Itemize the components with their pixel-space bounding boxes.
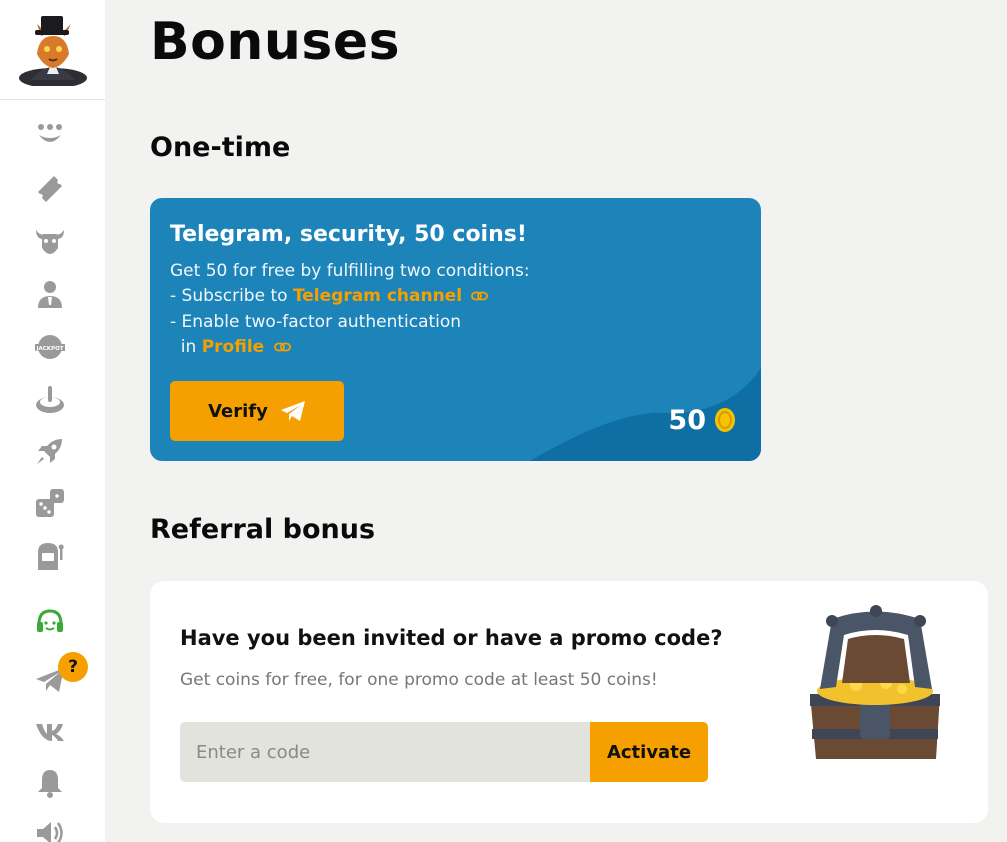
jackpot-icon: JACKPOT (35, 335, 65, 359)
nav-wheel[interactable] (32, 381, 68, 417)
card-line-2fa: - Enable two-factor authentication (170, 312, 462, 332)
fox-in-top-hat-logo[interactable] (17, 14, 89, 86)
speaker-icon (37, 822, 63, 842)
card-title: Telegram, security, 50 coins! (170, 222, 527, 247)
promo-code-input[interactable] (180, 722, 591, 782)
nav-dice[interactable] (32, 485, 68, 521)
card-line-profile: in Profile (170, 337, 291, 357)
vk-icon (36, 724, 64, 741)
nav-profile[interactable] (32, 276, 68, 312)
card-line-subscribe: - Subscribe to Telegram channel (170, 286, 489, 306)
nav-vk[interactable] (32, 713, 68, 749)
referral-bonus-card: Have you been invited or have a promo co… (150, 581, 988, 823)
help-badge[interactable]: ? (58, 652, 88, 682)
nav-rocket[interactable] (32, 433, 68, 469)
smile-icon (38, 124, 62, 142)
telegram-channel-link[interactable]: Telegram channel (293, 286, 462, 306)
nav-bull[interactable] (32, 222, 68, 258)
dice-icon (36, 489, 64, 517)
rocket-icon (37, 439, 62, 464)
nav-tickets[interactable] (32, 170, 68, 206)
ticket-icon (38, 176, 62, 202)
nav-notifications[interactable] (32, 765, 68, 801)
nav-slots[interactable] (32, 538, 68, 574)
nav-jackpot[interactable]: JACKPOT (32, 329, 68, 365)
user-icon (38, 281, 62, 308)
link-chain-icon (471, 291, 489, 301)
svg-text:JACKPOT: JACKPOT (35, 346, 63, 352)
nav-sound[interactable] (32, 815, 68, 842)
coin-icon (715, 408, 735, 432)
subscribe-prefix: - Subscribe to (170, 286, 293, 306)
profile-prefix: in (170, 337, 202, 357)
slot-machine-icon (38, 543, 64, 570)
sidebar: JACKPOT ? (0, 0, 105, 842)
profile-link[interactable]: Profile (202, 337, 264, 357)
bell-icon (38, 770, 62, 798)
section-title-referral: Referral bonus (150, 514, 376, 545)
logo-area (0, 0, 105, 100)
section-title-one-time: One-time (150, 132, 291, 163)
verify-button[interactable]: Verify (170, 381, 344, 441)
reward-amount: 50 (668, 405, 706, 436)
card-line-intro: Get 50 for free by fulfilling two condit… (170, 261, 530, 281)
activate-button[interactable]: Activate (590, 722, 708, 782)
one-time-bonus-card: Telegram, security, 50 coins! Get 50 for… (150, 198, 761, 461)
support-headset-icon (37, 609, 63, 632)
verify-button-label: Verify (208, 400, 268, 422)
promo-card-subtitle: Get coins for free, for one promo code a… (180, 670, 658, 690)
nav-smile[interactable] (32, 117, 68, 153)
page-title: Bonuses (150, 12, 401, 72)
link-chain-icon (273, 342, 291, 352)
promo-card-title: Have you been invited or have a promo co… (180, 626, 723, 650)
telegram-send-icon (280, 401, 305, 421)
treasure-chest-icon (810, 605, 940, 759)
bull-icon (36, 230, 64, 254)
wheel-icon (36, 386, 64, 413)
nav-support[interactable] (32, 604, 68, 640)
